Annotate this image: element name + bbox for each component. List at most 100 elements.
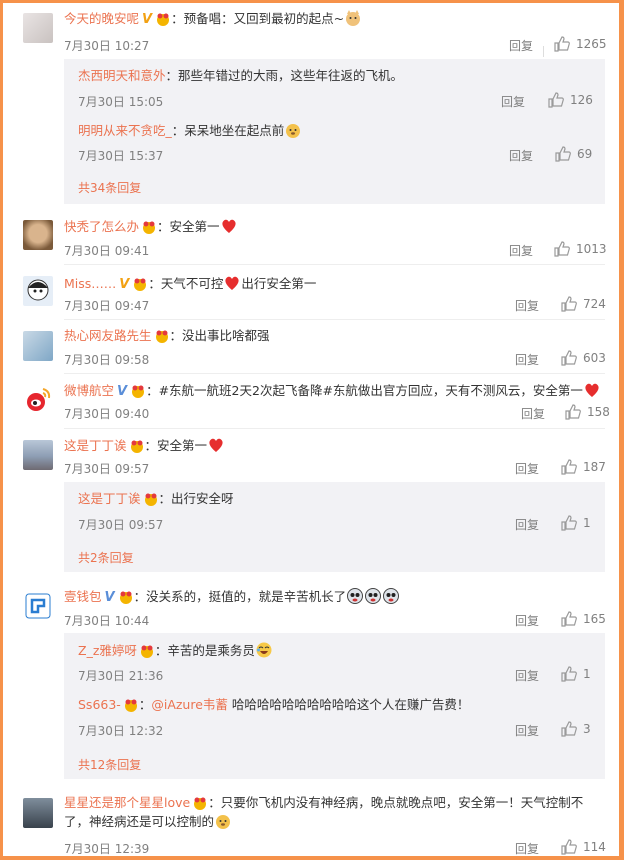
like-button[interactable]: 114 <box>561 839 606 855</box>
avatar[interactable] <box>23 798 53 828</box>
reply-button[interactable]: 回复 <box>509 38 533 54</box>
more-replies-link[interactable]: 共12条回复 <box>78 757 141 773</box>
like-button[interactable]: 126 <box>548 92 593 108</box>
like-count: 1013 <box>576 242 607 256</box>
comment-time: 7月30日 09:41 <box>64 244 150 258</box>
like-button[interactable]: 158 <box>565 404 610 420</box>
like-button[interactable]: 165 <box>561 611 606 627</box>
reply-author[interactable]: Z_z雅婷呀 <box>78 643 137 658</box>
divider <box>64 428 605 429</box>
more-replies-link[interactable]: 共34条回复 <box>78 180 141 196</box>
like-button[interactable]: 1 <box>561 515 591 531</box>
avatar[interactable] <box>23 331 53 361</box>
reply-author[interactable]: Ss663- <box>78 697 121 712</box>
comment-time: 7月30日 09:57 <box>64 462 150 476</box>
like-button[interactable]: 603 <box>561 350 606 366</box>
heart-icon <box>585 383 599 397</box>
like-count: 1 <box>583 516 591 530</box>
comment-time: 7月30日 09:40 <box>64 407 150 421</box>
like-count: 603 <box>583 351 606 365</box>
reply-button[interactable]: 回复 <box>509 148 533 164</box>
reply-button[interactable]: 回复 <box>515 841 539 856</box>
comment-time: 7月30日 12:39 <box>64 842 150 856</box>
reply-author[interactable]: 明明从来不贪吃_ <box>78 123 172 138</box>
reply-text: ：呆呆地坐在起点前 <box>171 123 285 138</box>
thumbs-up-icon <box>561 721 577 737</box>
comment-author[interactable]: 壹钱包 <box>64 589 102 604</box>
thumbs-up-icon <box>561 839 577 855</box>
reply-author[interactable]: 杰西明天和意外 <box>78 68 166 83</box>
heart-icon <box>209 438 223 452</box>
crying-emoji-icon <box>365 588 382 604</box>
comment-author[interactable]: 这是丁丁诶 <box>64 438 127 453</box>
thumbs-up-icon <box>548 92 564 108</box>
avatar[interactable] <box>23 13 53 43</box>
like-count: 724 <box>583 297 606 311</box>
like-button[interactable]: 187 <box>561 459 606 475</box>
avatar[interactable] <box>23 385 53 415</box>
reply-button[interactable]: 回复 <box>515 461 539 477</box>
thumbs-up-icon <box>561 459 577 475</box>
heart-icon <box>225 276 239 290</box>
comment-author[interactable]: 星星还是那个星星love <box>64 795 190 810</box>
vip-crown-icon <box>119 591 132 604</box>
vip-crown-icon <box>134 278 147 291</box>
avatar[interactable] <box>23 591 53 621</box>
thumbs-up-icon <box>561 296 577 312</box>
reply-button[interactable]: 回复 <box>515 668 539 684</box>
mention-link[interactable]: @iAzure韦蓄 <box>151 697 228 712</box>
comment-author[interactable]: 热心网友路先生 <box>64 328 152 343</box>
comment-text: ：没出事比啥都强 <box>169 328 270 343</box>
reply-button[interactable]: 回复 <box>501 94 525 110</box>
comment-time: 7月30日 09:47 <box>64 299 150 313</box>
like-count: 1265 <box>576 37 607 51</box>
reply-button[interactable]: 回复 <box>521 406 545 422</box>
like-button[interactable]: 3 <box>561 721 591 737</box>
comment-author[interactable]: 今天的晚安呢 <box>64 11 139 26</box>
reply-button[interactable]: 回复 <box>515 613 539 629</box>
vip-crown-icon <box>144 493 157 506</box>
like-button[interactable]: 1013 <box>554 241 607 257</box>
reply-author[interactable]: 这是丁丁诶 <box>78 491 141 506</box>
avatar[interactable] <box>23 440 53 470</box>
avatar[interactable] <box>23 276 53 306</box>
like-button[interactable]: 724 <box>561 296 606 312</box>
reply-time: 7月30日 21:36 <box>78 669 164 683</box>
like-count: 158 <box>587 405 610 419</box>
reply-text: ：出行安全呀 <box>158 491 234 506</box>
reply-time: 7月30日 12:32 <box>78 724 164 738</box>
like-count: 69 <box>577 147 593 161</box>
divider <box>543 46 544 57</box>
reply-button[interactable]: 回复 <box>515 723 539 739</box>
verified-icon: V <box>119 277 130 292</box>
like-button[interactable]: 1 <box>561 666 591 682</box>
comment-time: 7月30日 10:44 <box>64 614 150 628</box>
like-button[interactable]: 69 <box>555 146 592 162</box>
comment-text: ：天气不可控 <box>148 276 224 291</box>
reply-button[interactable]: 回复 <box>509 243 533 259</box>
reply-text: ：辛苦的是乘务员 <box>154 643 255 658</box>
vip-crown-icon <box>143 221 156 234</box>
thumbs-up-icon <box>561 515 577 531</box>
vip-crown-icon <box>155 330 168 343</box>
more-replies-link[interactable]: 共2条回复 <box>78 550 134 566</box>
vip-crown-icon <box>194 797 207 810</box>
thumbs-up-icon <box>561 350 577 366</box>
like-count: 114 <box>583 840 606 854</box>
comment-author[interactable]: 微博航空 <box>64 383 114 398</box>
reply-time: 7月30日 15:05 <box>78 95 164 109</box>
comment-author[interactable]: 快秃了怎么办 <box>64 219 139 234</box>
reply-text: ： <box>138 697 152 712</box>
heart-icon <box>221 219 236 233</box>
avatar[interactable] <box>23 220 53 250</box>
comment-author[interactable]: Miss…… <box>64 276 116 291</box>
divider <box>64 264 605 265</box>
laughing-emoji-icon <box>256 642 272 658</box>
like-button[interactable]: 1265 <box>554 36 607 52</box>
reply-button[interactable]: 回复 <box>515 352 539 368</box>
verified-blue-icon: V <box>104 590 115 605</box>
reply-button[interactable]: 回复 <box>515 517 539 533</box>
reply-time: 7月30日 15:37 <box>78 149 164 163</box>
reply-button[interactable]: 回复 <box>515 298 539 314</box>
comment-text: ：没关系的，挺值的，就是辛苦机长了 <box>133 589 347 604</box>
